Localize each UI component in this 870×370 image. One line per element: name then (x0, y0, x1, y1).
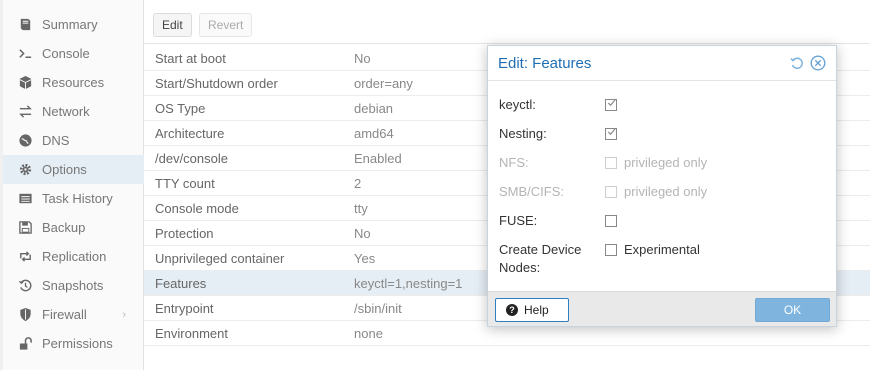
sidebar-item-permissions[interactable]: Permissions (3, 329, 144, 358)
checkmark-icon (607, 128, 616, 136)
history-icon (17, 278, 33, 294)
shield-icon (17, 307, 33, 323)
sidebar-item-label: Firewall (42, 307, 87, 322)
list-icon (17, 191, 33, 207)
row-value: debian (354, 101, 394, 116)
globe-icon (17, 133, 33, 149)
sidebar-item-options[interactable]: Options (3, 155, 144, 184)
unlock-icon (17, 336, 33, 352)
sidebar-item-replication[interactable]: Replication (3, 242, 144, 271)
question-circle-icon: ? (506, 304, 518, 316)
row-name: TTY count (155, 176, 215, 191)
row-value: Yes (354, 251, 376, 266)
row-name: Architecture (155, 126, 225, 141)
book-icon (17, 17, 33, 33)
checkbox-text: privileged only (624, 184, 708, 199)
help-button[interactable]: ? Help (495, 298, 569, 322)
row-value: tty (354, 201, 368, 216)
dialog-title: Edit: Features (498, 55, 592, 72)
terminal-icon (17, 46, 33, 62)
sidebar-item-resources[interactable]: Resources (3, 68, 144, 97)
field-label: keyctl: (499, 97, 536, 112)
row-value: /sbin/init (354, 301, 402, 316)
sidebar-item-label: Network (42, 104, 90, 119)
dialog-body: keyctl: Nesting: NFS: privileged only SM… (488, 81, 836, 291)
sidebar-item-summary[interactable]: Summary (3, 10, 144, 39)
field-label: NFS: (499, 155, 529, 170)
sidebar-item-label: Console (42, 46, 90, 61)
checkbox-text: privileged only (624, 155, 708, 170)
row-value: No (354, 51, 371, 66)
retweet-icon (17, 249, 33, 265)
sidebar: Summary Console Resources Network DNS Op… (0, 0, 144, 370)
sidebar-item-task-history[interactable]: Task History (3, 184, 144, 213)
gear-icon (17, 162, 33, 178)
sidebar-item-label: Summary (42, 17, 98, 32)
sidebar-item-backup[interactable]: Backup (3, 213, 144, 242)
exchange-icon (17, 104, 33, 120)
reset-icon[interactable] (789, 55, 805, 71)
field-label: Nesting: (499, 126, 547, 141)
row-value: Enabled (354, 151, 402, 166)
sidebar-item-network[interactable]: Network (3, 97, 144, 126)
row-name: Unprivileged container (155, 251, 285, 266)
field-label-line2: Nodes: (499, 260, 541, 275)
field-label: FUSE: (499, 213, 538, 228)
row-name: Console mode (155, 201, 239, 216)
sidebar-item-snapshots[interactable]: Snapshots (3, 271, 144, 300)
row-value: keyctl=1,nesting=1 (354, 276, 463, 291)
nfs-checkbox[interactable] (605, 157, 617, 169)
row-name: Environment (155, 326, 228, 341)
fuse-checkbox[interactable] (605, 215, 617, 227)
keyctl-checkbox[interactable] (605, 99, 617, 111)
close-icon[interactable] (810, 55, 826, 71)
ok-button[interactable]: OK (755, 298, 830, 322)
row-name: OS Type (155, 101, 206, 116)
row-name: Start/Shutdown order (155, 76, 278, 91)
create-device-nodes-checkbox[interactable] (605, 244, 617, 256)
sidebar-item-label: Permissions (42, 336, 113, 351)
toolbar: Edit Revert (144, 8, 870, 44)
row-value: No (354, 226, 371, 241)
revert-button[interactable]: Revert (199, 13, 253, 37)
sidebar-item-label: DNS (42, 133, 70, 148)
field-label-line1: Create Device (499, 242, 582, 257)
help-button-label: Help (524, 303, 549, 317)
dialog-header: Edit: Features (488, 46, 836, 81)
row-value: order=any (354, 76, 413, 91)
checkbox-text: Experimental (624, 242, 700, 257)
row-name: /dev/console (155, 151, 228, 166)
row-value: 2 (354, 176, 362, 191)
sidebar-item-label: Resources (42, 75, 105, 90)
chevron-right-icon: › (122, 308, 126, 321)
row-value: amd64 (354, 126, 394, 141)
dialog-footer: ? Help OK (488, 291, 836, 326)
row-name: Protection (155, 226, 214, 241)
row-name: Entrypoint (155, 301, 214, 316)
checkmark-icon (607, 99, 616, 107)
floppy-icon (17, 220, 33, 236)
row-name: Start at boot (155, 51, 226, 66)
sidebar-item-label: Options (42, 162, 87, 177)
field-label: SMB/CIFS: (499, 184, 565, 199)
sidebar-item-label: Snapshots (42, 278, 104, 293)
smb-cifs-checkbox[interactable] (605, 186, 617, 198)
sidebar-item-firewall[interactable]: Firewall › (3, 300, 144, 329)
row-value: none (354, 326, 383, 341)
edit-features-dialog: Edit: Features keyctl: Nesting: NFS: pri… (487, 45, 837, 327)
sidebar-item-label: Backup (42, 220, 86, 235)
sidebar-item-console[interactable]: Console (3, 39, 144, 68)
nesting-checkbox[interactable] (605, 128, 617, 140)
sidebar-item-label: Replication (42, 249, 107, 264)
edit-button[interactable]: Edit (153, 13, 192, 37)
cube-icon (17, 75, 33, 91)
sidebar-item-label: Task History (42, 191, 113, 206)
row-name: Features (155, 276, 207, 291)
sidebar-item-dns[interactable]: DNS (3, 126, 144, 155)
